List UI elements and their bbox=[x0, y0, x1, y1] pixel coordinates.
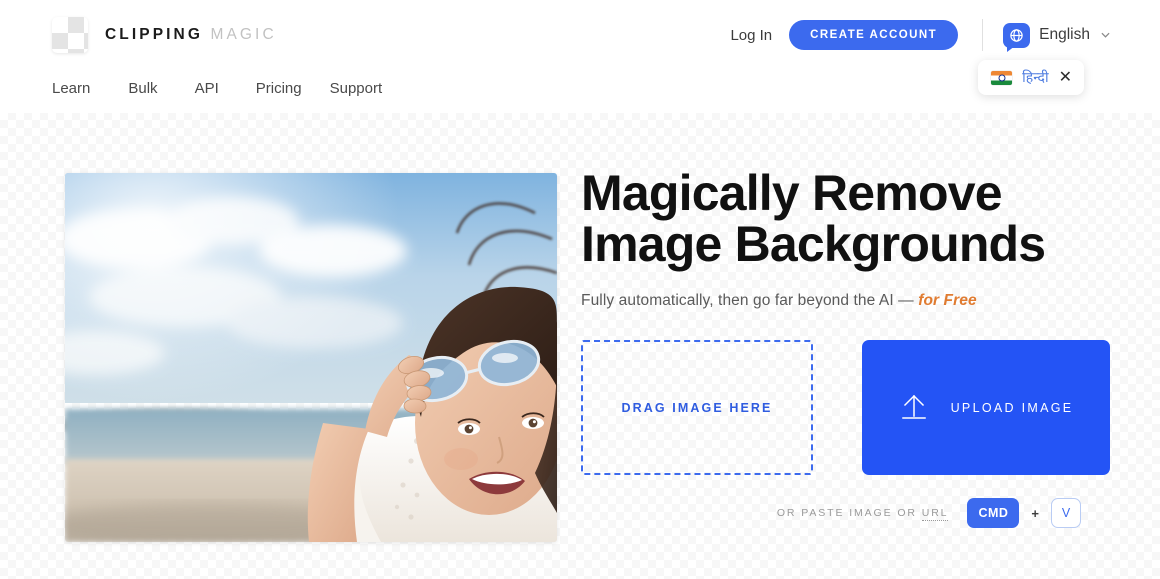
key-v[interactable]: V bbox=[1051, 498, 1081, 528]
key-cmd[interactable]: CMD bbox=[967, 498, 1020, 528]
upload-arrow-icon bbox=[899, 391, 929, 424]
key-join-plus: + bbox=[1031, 505, 1039, 521]
hero-photo-illustration bbox=[65, 173, 557, 542]
logo-word-magic: MAGIC bbox=[210, 26, 277, 43]
paste-hint-prefix: OR PASTE IMAGE OR bbox=[776, 507, 922, 519]
language-suggestion-label[interactable]: हिन्दी bbox=[1022, 68, 1048, 87]
hero-copy: Magically Remove Image Backgrounds Fully… bbox=[581, 168, 1081, 310]
site-header: CLIPPING MAGIC Learn Bulk API Pricing Su… bbox=[0, 0, 1160, 113]
paste-url-link[interactable]: URL bbox=[921, 507, 949, 521]
hero-subtitle-text: Fully automatically, then go far beyond … bbox=[581, 292, 919, 309]
chevron-down-icon bbox=[1101, 29, 1110, 41]
globe-icon bbox=[1003, 22, 1031, 52]
language-suggestion-popup[interactable]: हिन्दी ✕ bbox=[978, 60, 1084, 95]
logo-wordmark: CLIPPING MAGIC bbox=[105, 26, 277, 44]
drag-image-dropzone[interactable]: DRAG IMAGE HERE bbox=[581, 340, 813, 475]
nav-item-learn[interactable]: Learn bbox=[52, 78, 128, 100]
hero-subtitle-highlight: for Free bbox=[918, 292, 977, 309]
hero-subtitle: Fully automatically, then go far beyond … bbox=[581, 292, 1081, 310]
flag-india-icon bbox=[991, 70, 1013, 85]
language-current-label: English bbox=[1039, 26, 1090, 43]
nav-item-support[interactable]: Support bbox=[330, 78, 413, 100]
nav-item-bulk[interactable]: Bulk bbox=[128, 78, 194, 100]
logo-link[interactable]: CLIPPING MAGIC bbox=[52, 17, 277, 53]
main-content: Magically Remove Image Backgrounds Fully… bbox=[0, 113, 1160, 579]
upload-image-button[interactable]: UPLOAD IMAGE bbox=[862, 340, 1110, 475]
create-account-button[interactable]: CREATE ACCOUNT bbox=[789, 20, 959, 50]
checkerboard-logo-mark-icon bbox=[52, 17, 88, 53]
header-actions: Log In CREATE ACCOUNT English bbox=[730, 19, 1110, 52]
header-divider bbox=[982, 19, 984, 51]
nav-item-pricing[interactable]: Pricing bbox=[256, 78, 330, 100]
language-selector[interactable]: English bbox=[1003, 22, 1110, 52]
page-title: Magically Remove Image Backgrounds bbox=[581, 165, 1046, 272]
page-root: CLIPPING MAGIC Learn Bulk API Pricing Su… bbox=[0, 0, 1160, 579]
log-in-link[interactable]: Log In bbox=[730, 27, 772, 44]
drag-image-label: DRAG IMAGE HERE bbox=[621, 400, 773, 415]
upload-actions: DRAG IMAGE HERE UPLOAD IMAGE bbox=[581, 340, 1110, 475]
hero-image bbox=[65, 173, 557, 542]
paste-hint-row: OR PASTE IMAGE OR URL CMD + V bbox=[777, 498, 1081, 528]
close-icon[interactable]: ✕ bbox=[1059, 69, 1072, 86]
main-navigation: Learn Bulk API Pricing Support bbox=[52, 78, 412, 100]
upload-image-label: UPLOAD IMAGE bbox=[950, 400, 1074, 415]
paste-hint-text: OR PASTE IMAGE OR URL bbox=[776, 507, 949, 521]
logo-word-clipping: CLIPPING bbox=[105, 26, 204, 43]
nav-item-api[interactable]: API bbox=[195, 78, 256, 100]
